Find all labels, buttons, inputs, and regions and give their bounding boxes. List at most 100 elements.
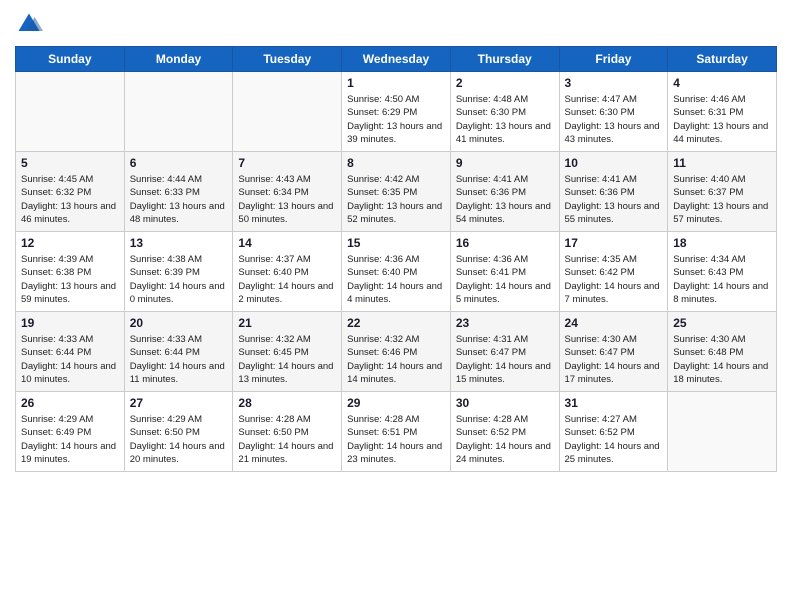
- calendar-day-cell: 4 Sunrise: 4:46 AMSunset: 6:31 PMDaylight…: [668, 72, 777, 152]
- calendar-day-cell: 31 Sunrise: 4:27 AMSunset: 6:52 PMDayligh…: [559, 392, 668, 472]
- day-number: 19: [21, 316, 119, 330]
- calendar-day-cell: 25 Sunrise: 4:30 AMSunset: 6:48 PMDayligh…: [668, 312, 777, 392]
- calendar-day-cell: 21 Sunrise: 4:32 AMSunset: 6:45 PMDayligh…: [233, 312, 342, 392]
- calendar-day-cell: [233, 72, 342, 152]
- day-info: Sunrise: 4:43 AMSunset: 6:34 PMDaylight:…: [238, 173, 336, 226]
- day-info: Sunrise: 4:47 AMSunset: 6:30 PMDaylight:…: [565, 93, 663, 146]
- calendar-day-cell: 30 Sunrise: 4:28 AMSunset: 6:52 PMDayligh…: [450, 392, 559, 472]
- calendar-day-cell: 8 Sunrise: 4:42 AMSunset: 6:35 PMDaylight…: [342, 152, 451, 232]
- calendar-day-cell: 11 Sunrise: 4:40 AMSunset: 6:37 PMDayligh…: [668, 152, 777, 232]
- day-info: Sunrise: 4:28 AMSunset: 6:52 PMDaylight:…: [456, 413, 554, 466]
- day-number: 8: [347, 156, 445, 170]
- calendar-day-cell: 6Sunrise: 4:44 AMSunset: 6:33 PMDaylight…: [124, 152, 233, 232]
- day-number: 14: [238, 236, 336, 250]
- calendar-week-row: 1 Sunrise: 4:50 AMSunset: 6:29 PMDaylight…: [16, 72, 777, 152]
- day-info: Sunrise: 4:29 AMSunset: 6:50 PMDaylight:…: [130, 413, 228, 466]
- day-number: 15: [347, 236, 445, 250]
- day-number: 27: [130, 396, 228, 410]
- logo: [15, 10, 47, 38]
- calendar-day-cell: 17Sunrise: 4:35 AMSunset: 6:42 PMDayligh…: [559, 232, 668, 312]
- day-number: 25: [673, 316, 771, 330]
- day-number: 2: [456, 76, 554, 90]
- page: SundayMondayTuesdayWednesdayThursdayFrid…: [0, 0, 792, 612]
- calendar-header-thursday: Thursday: [450, 47, 559, 72]
- day-info: Sunrise: 4:31 AMSunset: 6:47 PMDaylight:…: [456, 333, 554, 386]
- day-info: Sunrise: 4:30 AMSunset: 6:48 PMDaylight:…: [673, 333, 771, 386]
- day-number: 11: [673, 156, 771, 170]
- day-info: Sunrise: 4:40 AMSunset: 6:37 PMDaylight:…: [673, 173, 771, 226]
- calendar-day-cell: 28 Sunrise: 4:28 AMSunset: 6:50 PMDayligh…: [233, 392, 342, 472]
- calendar-day-cell: 16 Sunrise: 4:36 AMSunset: 6:41 PMDayligh…: [450, 232, 559, 312]
- calendar-day-cell: 9Sunrise: 4:41 AMSunset: 6:36 PMDaylight…: [450, 152, 559, 232]
- calendar-day-cell: 13 Sunrise: 4:38 AMSunset: 6:39 PMDayligh…: [124, 232, 233, 312]
- day-number: 24: [565, 316, 663, 330]
- day-info: Sunrise: 4:50 AMSunset: 6:29 PMDaylight:…: [347, 93, 445, 146]
- header: [15, 10, 777, 38]
- day-number: 20: [130, 316, 228, 330]
- day-info: Sunrise: 4:37 AMSunset: 6:40 PMDaylight:…: [238, 253, 336, 306]
- calendar-day-cell: 10Sunrise: 4:41 AMSunset: 6:36 PMDayligh…: [559, 152, 668, 232]
- calendar-day-cell: 3 Sunrise: 4:47 AMSunset: 6:30 PMDaylight…: [559, 72, 668, 152]
- day-number: 26: [21, 396, 119, 410]
- day-number: 4: [673, 76, 771, 90]
- day-info: Sunrise: 4:27 AMSunset: 6:52 PMDaylight:…: [565, 413, 663, 466]
- calendar-day-cell: 5Sunrise: 4:45 AMSunset: 6:32 PMDaylight…: [16, 152, 125, 232]
- day-number: 10: [565, 156, 663, 170]
- day-number: 31: [565, 396, 663, 410]
- calendar-day-cell: 20 Sunrise: 4:33 AMSunset: 6:44 PMDayligh…: [124, 312, 233, 392]
- calendar-header-monday: Monday: [124, 47, 233, 72]
- day-number: 13: [130, 236, 228, 250]
- calendar-day-cell: [668, 392, 777, 472]
- day-info: Sunrise: 4:48 AMSunset: 6:30 PMDaylight:…: [456, 93, 554, 146]
- day-number: 16: [456, 236, 554, 250]
- day-number: 7: [238, 156, 336, 170]
- day-number: 30: [456, 396, 554, 410]
- day-info: Sunrise: 4:46 AMSunset: 6:31 PMDaylight:…: [673, 93, 771, 146]
- calendar-day-cell: [16, 72, 125, 152]
- day-number: 17: [565, 236, 663, 250]
- calendar-week-row: 12 Sunrise: 4:39 AMSunset: 6:38 PMDayligh…: [16, 232, 777, 312]
- calendar-week-row: 26 Sunrise: 4:29 AMSunset: 6:49 PMDayligh…: [16, 392, 777, 472]
- day-number: 5: [21, 156, 119, 170]
- calendar-week-row: 19 Sunrise: 4:33 AMSunset: 6:44 PMDayligh…: [16, 312, 777, 392]
- calendar-day-cell: 12 Sunrise: 4:39 AMSunset: 6:38 PMDayligh…: [16, 232, 125, 312]
- calendar-day-cell: [124, 72, 233, 152]
- calendar-day-cell: 19 Sunrise: 4:33 AMSunset: 6:44 PMDayligh…: [16, 312, 125, 392]
- day-info: Sunrise: 4:33 AMSunset: 6:44 PMDaylight:…: [21, 333, 119, 386]
- day-number: 28: [238, 396, 336, 410]
- day-info: Sunrise: 4:32 AMSunset: 6:46 PMDaylight:…: [347, 333, 445, 386]
- calendar-header-tuesday: Tuesday: [233, 47, 342, 72]
- day-info: Sunrise: 4:42 AMSunset: 6:35 PMDaylight:…: [347, 173, 445, 226]
- calendar-day-cell: 23Sunrise: 4:31 AMSunset: 6:47 PMDayligh…: [450, 312, 559, 392]
- logo-icon: [15, 10, 43, 38]
- calendar-day-cell: 7 Sunrise: 4:43 AMSunset: 6:34 PMDaylight…: [233, 152, 342, 232]
- day-info: Sunrise: 4:36 AMSunset: 6:40 PMDaylight:…: [347, 253, 445, 306]
- day-info: Sunrise: 4:36 AMSunset: 6:41 PMDaylight:…: [456, 253, 554, 306]
- day-info: Sunrise: 4:33 AMSunset: 6:44 PMDaylight:…: [130, 333, 228, 386]
- day-info: Sunrise: 4:34 AMSunset: 6:43 PMDaylight:…: [673, 253, 771, 306]
- day-info: Sunrise: 4:39 AMSunset: 6:38 PMDaylight:…: [21, 253, 119, 306]
- calendar-week-row: 5Sunrise: 4:45 AMSunset: 6:32 PMDaylight…: [16, 152, 777, 232]
- day-info: Sunrise: 4:38 AMSunset: 6:39 PMDaylight:…: [130, 253, 228, 306]
- calendar-header-sunday: Sunday: [16, 47, 125, 72]
- day-number: 1: [347, 76, 445, 90]
- day-number: 3: [565, 76, 663, 90]
- calendar-day-cell: 29Sunrise: 4:28 AMSunset: 6:51 PMDayligh…: [342, 392, 451, 472]
- day-number: 6: [130, 156, 228, 170]
- day-info: Sunrise: 4:29 AMSunset: 6:49 PMDaylight:…: [21, 413, 119, 466]
- day-info: Sunrise: 4:28 AMSunset: 6:51 PMDaylight:…: [347, 413, 445, 466]
- day-info: Sunrise: 4:41 AMSunset: 6:36 PMDaylight:…: [456, 173, 554, 226]
- calendar-table: SundayMondayTuesdayWednesdayThursdayFrid…: [15, 46, 777, 472]
- day-number: 18: [673, 236, 771, 250]
- calendar-day-cell: 27 Sunrise: 4:29 AMSunset: 6:50 PMDayligh…: [124, 392, 233, 472]
- calendar-day-cell: 24Sunrise: 4:30 AMSunset: 6:47 PMDayligh…: [559, 312, 668, 392]
- calendar-day-cell: 18 Sunrise: 4:34 AMSunset: 6:43 PMDayligh…: [668, 232, 777, 312]
- day-number: 12: [21, 236, 119, 250]
- day-number: 21: [238, 316, 336, 330]
- calendar-day-cell: 1 Sunrise: 4:50 AMSunset: 6:29 PMDaylight…: [342, 72, 451, 152]
- day-info: Sunrise: 4:32 AMSunset: 6:45 PMDaylight:…: [238, 333, 336, 386]
- calendar-day-cell: 22Sunrise: 4:32 AMSunset: 6:46 PMDayligh…: [342, 312, 451, 392]
- calendar-header-wednesday: Wednesday: [342, 47, 451, 72]
- calendar-day-cell: 15 Sunrise: 4:36 AMSunset: 6:40 PMDayligh…: [342, 232, 451, 312]
- day-info: Sunrise: 4:28 AMSunset: 6:50 PMDaylight:…: [238, 413, 336, 466]
